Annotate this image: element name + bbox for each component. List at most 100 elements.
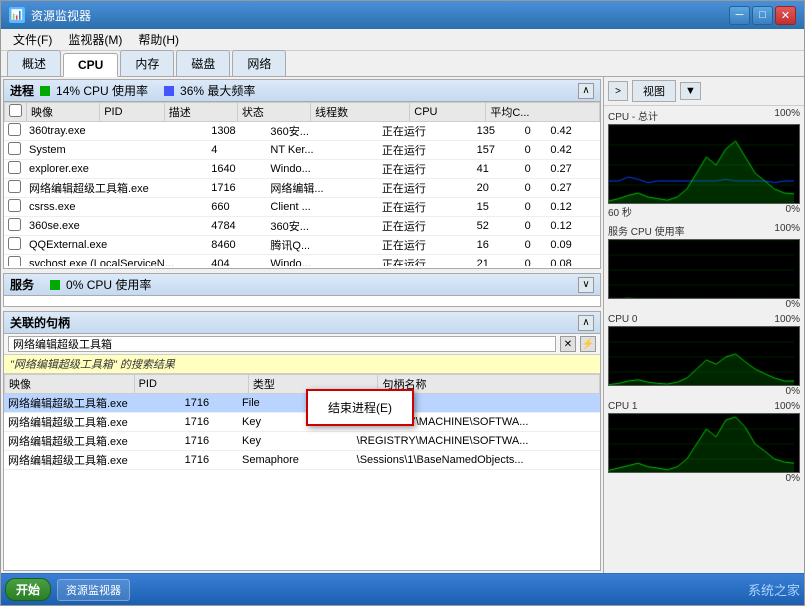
handles-section-header[interactable]: 关联的句柄 ∧	[4, 312, 600, 334]
cell-avg: 0.12	[546, 217, 600, 236]
row-checkbox[interactable]	[8, 218, 21, 231]
row-checkbox[interactable]	[8, 256, 21, 266]
table-row[interactable]: 360se.exe 4784 360安... 正在运行 52 0 0.12	[4, 217, 600, 236]
minimize-button[interactable]: ─	[729, 6, 750, 25]
left-panel: 进程 14% CPU 使用率 36% 最大频率 ∧ 映像 PID 描述	[1, 77, 604, 573]
handles-row[interactable]: 网络编辑超级工具箱.exe 1716 File D\...	[4, 394, 600, 413]
cell-desc: Windo...	[266, 160, 377, 179]
cell-cpu: 0	[521, 179, 547, 198]
table-row[interactable]: svchost.exe (LocalServiceN... 404 Windo.…	[4, 255, 600, 267]
handles-row[interactable]: 网络编辑超级工具箱.exe 1716 Key \REGISTRY\MACHINE…	[4, 432, 600, 451]
cell-avg: 0.12	[546, 198, 600, 217]
menu-help[interactable]: 帮助(H)	[130, 29, 187, 50]
col-image[interactable]: 映像	[27, 103, 100, 122]
handle-pid: 1716	[181, 432, 238, 451]
search-refresh-btn[interactable]: ⚡	[580, 336, 596, 352]
menu-file[interactable]: 文件(F)	[5, 29, 60, 50]
handle-pid: 1716	[181, 451, 238, 470]
cell-image: QQExternal.exe	[25, 236, 207, 255]
cpu-usage-label: 14% CPU 使用率	[56, 82, 148, 99]
handles-row[interactable]: 网络编辑超级工具箱.exe 1716 Key \REGISTRY\MACHINE…	[4, 413, 600, 432]
col-cpu[interactable]: CPU	[410, 103, 486, 122]
end-process-menu-item[interactable]: 结束进程(E)	[308, 395, 412, 420]
close-button[interactable]: ✕	[775, 6, 796, 25]
handles-expand-btn[interactable]: ∧	[578, 315, 594, 331]
row-checkbox[interactable]	[8, 161, 21, 174]
cell-threads: 20	[473, 179, 521, 198]
start-button[interactable]: 开始	[5, 578, 51, 601]
cell-threads: 21	[473, 255, 521, 267]
graph-container-2	[608, 326, 800, 386]
view-dropdown-btn[interactable]: ▼	[680, 82, 701, 100]
col-desc[interactable]: 描述	[164, 103, 237, 122]
graph-title-1: 服务 CPU 使用率	[608, 223, 685, 238]
process-section-header[interactable]: 进程 14% CPU 使用率 36% 最大频率 ∧	[4, 80, 600, 102]
tab-overview[interactable]: 概述	[7, 50, 61, 76]
process-table: 映像 PID 描述 状态 线程数 CPU 平均C...	[4, 102, 600, 122]
cell-cpu: 0	[521, 122, 547, 141]
taskbar-watermark: 系统之家	[748, 580, 800, 599]
right-panel-expand-btn[interactable]: >	[608, 81, 628, 101]
col-pid[interactable]: PID	[100, 103, 165, 122]
process-title: 进程	[10, 82, 34, 99]
col-check[interactable]	[5, 103, 27, 122]
process-table-scroll[interactable]: 360tray.exe 1308 360安... 正在运行 135 0 0.42…	[4, 122, 600, 266]
cell-image: explorer.exe	[25, 160, 207, 179]
col-status[interactable]: 状态	[237, 103, 310, 122]
process-expand-btn[interactable]: ∧	[578, 83, 594, 99]
cell-desc: 360安...	[266, 122, 377, 141]
right-panel-header: > 视图 ▼	[604, 77, 804, 106]
table-row[interactable]: csrss.exe 660 Client ... 正在运行 15 0 0.12	[4, 198, 600, 217]
services-section: 服务 0% CPU 使用率 ∨	[3, 273, 601, 307]
row-checkbox[interactable]	[8, 142, 21, 155]
cell-desc: Windo...	[266, 255, 377, 267]
cell-pid: 1308	[207, 122, 266, 141]
graph-min-label-1: 0%	[608, 299, 800, 310]
graph-title-0: CPU - 总计	[608, 108, 658, 123]
tab-memory[interactable]: 内存	[120, 50, 174, 76]
tab-cpu[interactable]: CPU	[63, 53, 118, 77]
handles-col-pid[interactable]: PID	[134, 375, 248, 394]
maximize-button[interactable]: □	[752, 6, 773, 25]
search-clear-btn[interactable]: ✕	[560, 336, 576, 352]
cell-avg: 0.08	[546, 255, 600, 267]
table-row[interactable]: 360tray.exe 1308 360安... 正在运行 135 0 0.42	[4, 122, 600, 141]
graph-min-label-3: 0%	[608, 473, 800, 484]
col-threads[interactable]: 线程数	[311, 103, 410, 122]
search-input[interactable]	[8, 336, 556, 352]
graph-container-0	[608, 124, 800, 204]
handles-data-table: 网络编辑超级工具箱.exe 1716 File D\... 网络编辑超级工具箱.…	[4, 394, 600, 470]
cell-avg: 0.42	[546, 141, 600, 160]
cell-threads: 15	[473, 198, 521, 217]
tab-network[interactable]: 网络	[232, 50, 286, 76]
cell-status: 正在运行	[378, 141, 473, 160]
cell-avg: 0.27	[546, 179, 600, 198]
table-row[interactable]: explorer.exe 1640 Windo... 正在运行 41 0 0.2…	[4, 160, 600, 179]
services-cpu-dot	[50, 280, 60, 290]
taskbar-program[interactable]: 资源监视器	[57, 579, 130, 601]
row-checkbox[interactable]	[8, 180, 21, 193]
tab-disk[interactable]: 磁盘	[176, 50, 230, 76]
freq-indicator-dot	[164, 86, 174, 96]
cell-desc: NT Ker...	[266, 141, 377, 160]
cell-cpu: 0	[521, 255, 547, 267]
handles-table-scroll[interactable]: 网络编辑超级工具箱.exe 1716 File D\... 网络编辑超级工具箱.…	[4, 394, 600, 570]
row-checkbox[interactable]	[8, 237, 21, 250]
view-button[interactable]: 视图	[632, 80, 676, 102]
select-all-checkbox[interactable]	[9, 104, 22, 117]
services-section-header[interactable]: 服务 0% CPU 使用率 ∨	[4, 274, 600, 296]
services-expand-btn[interactable]: ∨	[578, 277, 594, 293]
cell-pid: 1640	[207, 160, 266, 179]
col-avg[interactable]: 平均C...	[486, 103, 600, 122]
main-content: 进程 14% CPU 使用率 36% 最大频率 ∧ 映像 PID 描述	[1, 77, 804, 573]
handles-row[interactable]: 网络编辑超级工具箱.exe 1716 Semaphore \Sessions\1…	[4, 451, 600, 470]
row-checkbox[interactable]	[8, 123, 21, 136]
table-row[interactable]: System 4 NT Ker... 正在运行 157 0 0.42	[4, 141, 600, 160]
table-row[interactable]: QQExternal.exe 8460 腾讯Q... 正在运行 16 0 0.0…	[4, 236, 600, 255]
cell-pid: 4	[207, 141, 266, 160]
table-row[interactable]: 网络编辑超级工具箱.exe 1716 网络编辑... 正在运行 20 0 0.2…	[4, 179, 600, 198]
menu-monitor[interactable]: 监视器(M)	[60, 29, 130, 50]
row-checkbox[interactable]	[8, 199, 21, 212]
cell-image: csrss.exe	[25, 198, 207, 217]
handles-col-image[interactable]: 映像	[5, 375, 135, 394]
